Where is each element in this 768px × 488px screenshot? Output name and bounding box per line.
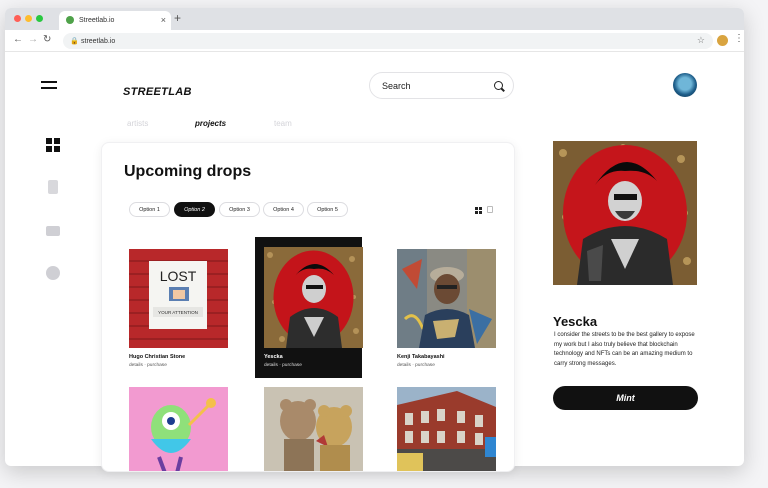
list-view-icon[interactable]: [487, 206, 493, 213]
nft-artwork-2[interactable]: [264, 247, 363, 348]
tab-artists[interactable]: artists: [127, 119, 148, 128]
filter-option-3[interactable]: Option 3: [219, 202, 260, 217]
dashboard-icon[interactable]: [46, 138, 60, 152]
url-text: streetlab.io: [81, 37, 116, 45]
minimize-window-button[interactable]: [25, 15, 32, 22]
featured-artwork[interactable]: [553, 141, 697, 285]
document-icon[interactable]: [48, 180, 58, 194]
filter-option-4[interactable]: Option 4: [263, 202, 304, 217]
close-tab-icon[interactable]: ×: [161, 15, 166, 25]
svg-text:YOUR ATTENTION: YOUR ATTENTION: [158, 310, 198, 315]
address-toolbar: ← → ↻ 🔒 streetlab.io ☆ ⋮: [5, 30, 744, 52]
section-title: Upcoming drops: [124, 163, 252, 180]
lock-icon: 🔒: [70, 38, 79, 45]
browser-menu-icon[interactable]: ⋮: [734, 33, 744, 44]
nft-links-2[interactable]: details · purchase: [264, 363, 302, 368]
featured-artist-name: Yescka: [553, 314, 598, 329]
hamburger-menu-icon[interactable]: [41, 81, 57, 89]
brand-logo[interactable]: STREETLAB: [123, 86, 192, 98]
maximize-window-button[interactable]: [36, 15, 43, 22]
browser-tab[interactable]: Streetlab.io ×: [59, 11, 171, 30]
favicon-icon: [66, 16, 74, 24]
svg-text:LOST: LOST: [160, 268, 197, 284]
search-icon[interactable]: [494, 81, 503, 90]
upcoming-drops-panel: Upcoming drops Option 1 Option 2 Option …: [101, 142, 515, 472]
filter-option-5[interactable]: Option 5: [307, 202, 348, 217]
nft-name-3[interactable]: Kenji Takabayashi: [397, 354, 445, 360]
new-tab-button[interactable]: +: [174, 11, 181, 25]
nft-artwork-5[interactable]: [264, 387, 363, 471]
tab-team[interactable]: team: [274, 119, 292, 128]
browser-profile-icon[interactable]: [717, 35, 728, 46]
back-icon[interactable]: ←: [13, 34, 23, 45]
nft-name-2[interactable]: Yescka: [264, 354, 283, 360]
search-input[interactable]: Search: [369, 72, 514, 99]
featured-description: I consider the streets to be the best ga…: [554, 332, 695, 367]
nft-name-1[interactable]: Hugo Christian Stone: [129, 354, 185, 360]
bookmark-star-icon[interactable]: ☆: [697, 35, 705, 46]
nft-artwork-3[interactable]: [397, 249, 496, 348]
filter-option-1[interactable]: Option 1: [129, 202, 170, 217]
mint-button[interactable]: Mint: [553, 386, 698, 410]
tab-projects[interactable]: projects: [195, 119, 226, 128]
grid-view-icon[interactable]: [475, 207, 482, 214]
nft-artwork-4[interactable]: [129, 387, 228, 471]
reload-icon[interactable]: ↻: [43, 34, 51, 45]
forward-icon[interactable]: →: [28, 34, 38, 45]
address-bar[interactable]: 🔒 streetlab.io ☆: [63, 33, 713, 49]
nft-links-3[interactable]: details · purchase: [397, 363, 435, 368]
nft-links-1[interactable]: details · purchase: [129, 363, 167, 368]
tab-bar: Streetlab.io × +: [5, 8, 744, 30]
close-window-button[interactable]: [14, 15, 21, 22]
avatar[interactable]: [673, 73, 697, 97]
folder-icon[interactable]: [46, 226, 60, 236]
filter-option-2[interactable]: Option 2: [174, 202, 215, 217]
nft-artwork-1[interactable]: LOST YOUR ATTENTION: [129, 249, 228, 348]
search-placeholder: Search: [382, 80, 411, 91]
nft-artwork-6[interactable]: [397, 387, 496, 471]
tab-title: Streetlab.io: [79, 17, 115, 24]
chat-icon[interactable]: [46, 266, 60, 280]
